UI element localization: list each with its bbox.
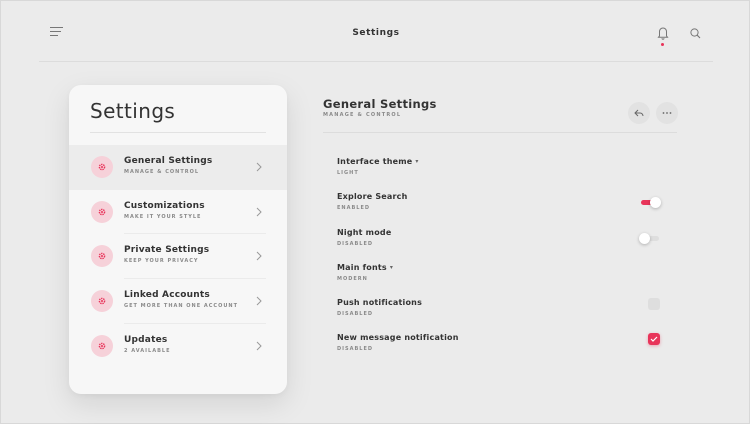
- top-bar: Settings: [1, 1, 750, 63]
- setting-value: DISABLED: [337, 241, 374, 247]
- bell-icon[interactable]: [656, 25, 670, 46]
- chevron-right-icon: [256, 207, 262, 217]
- back-button[interactable]: [628, 102, 650, 124]
- app-window: Settings Settings General Settings MANAG…: [0, 0, 750, 424]
- sidebar-item-private-settings[interactable]: Private Settings KEEP YOUR PRIVACY: [69, 234, 287, 280]
- caret-down-icon: ▾: [389, 264, 394, 271]
- sidebar-item-linked-accounts[interactable]: Linked Accounts GET MORE THAN ONE ACCOUN…: [69, 279, 287, 324]
- setting-push-notifications: Push notifications DISABLED: [337, 298, 667, 324]
- chevron-right-icon: [256, 162, 262, 172]
- setting-value: DISABLED: [337, 311, 374, 317]
- setting-value: ENABLED: [337, 205, 371, 211]
- sidebar-item-updates[interactable]: Updates 2 AVAILABLE: [69, 324, 287, 369]
- push-notifications-checkbox[interactable]: [648, 298, 660, 310]
- sidebar-item-label: Customizations: [124, 200, 205, 211]
- panel-title: General Settings: [323, 97, 437, 111]
- sidebar-item-general-settings[interactable]: General Settings MANAGE & CONTROL: [69, 145, 287, 190]
- setting-label: New message notification: [337, 333, 459, 342]
- gear-icon: [91, 290, 113, 313]
- sidebar-divider: [90, 132, 266, 133]
- setting-new-message-notification: New message notification DISABLED: [337, 333, 667, 359]
- settings-sidebar-card: Settings General Settings MANAGE & CONTR…: [69, 85, 287, 394]
- gear-icon: [91, 200, 113, 223]
- setting-main-fonts: Main fonts ▾ MODERN: [337, 263, 667, 289]
- night-mode-toggle[interactable]: [639, 233, 661, 245]
- chevron-right-icon: [256, 252, 262, 261]
- explore-search-toggle[interactable]: [639, 197, 661, 209]
- sidebar-item-label: General Settings: [124, 156, 213, 166]
- page-title: Settings: [352, 28, 400, 38]
- sidebar-item-sublabel: KEEP YOUR PRIVACY: [124, 258, 199, 265]
- chevron-right-icon: [256, 296, 262, 306]
- checkmark-icon: [650, 336, 658, 342]
- sidebar-nav: General Settings MANAGE & CONTROL Custom…: [69, 145, 287, 368]
- sidebar-item-label: Private Settings: [124, 245, 210, 256]
- setting-label: Main fonts: [337, 263, 387, 272]
- panel-subtitle: MANAGE & CONTROL: [323, 112, 402, 118]
- setting-label: Push notifications: [337, 298, 423, 307]
- more-options-button[interactable]: [656, 102, 678, 124]
- panel-divider: [323, 132, 677, 133]
- header-divider: [39, 61, 713, 62]
- interface-theme-dropdown[interactable]: Interface theme ▾: [337, 157, 419, 166]
- sidebar-title: Settings: [90, 99, 176, 123]
- chevron-right-icon: [256, 341, 262, 351]
- notification-dot: [661, 43, 664, 46]
- setting-label: Night mode: [337, 228, 392, 237]
- sidebar-item-label: Linked Accounts: [124, 290, 210, 301]
- search-icon[interactable]: [689, 26, 703, 40]
- ellipsis-icon: [662, 112, 672, 114]
- sidebar-item-sublabel: GET MORE THAN ONE ACCOUNT: [124, 303, 238, 310]
- setting-label: Explore Search: [337, 192, 408, 201]
- setting-value: DISABLED: [337, 346, 374, 352]
- sidebar-item-label: Updates: [124, 334, 168, 345]
- reply-arrow-icon: [634, 109, 644, 117]
- sidebar-item-sublabel: 2 AVAILABLE: [124, 347, 171, 354]
- setting-explore-search: Explore Search ENABLED: [337, 192, 667, 218]
- gear-icon: [91, 334, 113, 357]
- setting-value: MODERN: [337, 276, 368, 282]
- setting-value: LIGHT: [337, 170, 359, 176]
- gear-icon: [91, 156, 113, 178]
- sidebar-item-sublabel: MANAGE & CONTROL: [124, 169, 200, 175]
- gear-icon: [91, 245, 113, 268]
- setting-label: Interface theme: [337, 157, 413, 166]
- main-fonts-dropdown[interactable]: Main fonts ▾: [337, 263, 393, 272]
- sidebar-item-sublabel: MAKE IT YOUR STYLE: [124, 213, 202, 220]
- new-message-notification-checkbox[interactable]: [648, 333, 660, 345]
- setting-night-mode: Night mode DISABLED: [337, 228, 667, 254]
- setting-interface-theme: Interface theme ▾ LIGHT: [337, 157, 667, 183]
- caret-down-icon: ▾: [415, 158, 419, 165]
- sidebar-item-customizations[interactable]: Customizations MAKE IT YOUR STYLE: [69, 190, 287, 235]
